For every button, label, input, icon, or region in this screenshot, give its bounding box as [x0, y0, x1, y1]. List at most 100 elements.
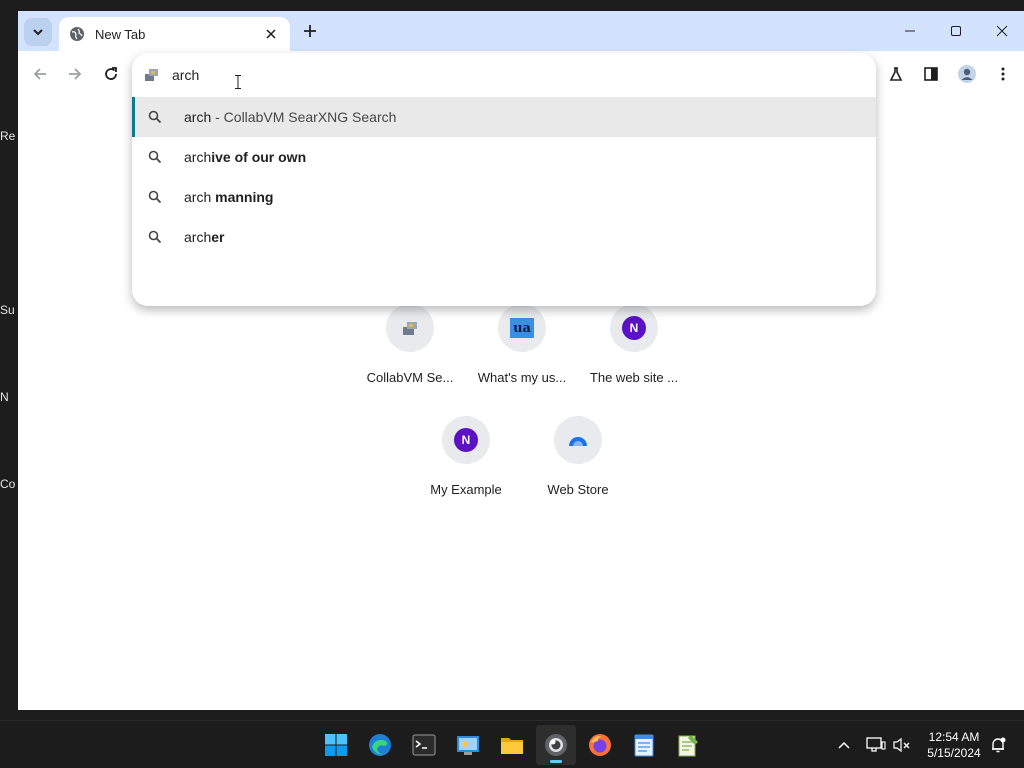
notepad-plus-plus-icon — [678, 735, 698, 757]
back-button[interactable] — [26, 60, 54, 88]
n-icon: N — [622, 316, 646, 340]
profile-button[interactable] — [953, 60, 981, 88]
suggestion-item[interactable]: arch - CollabVM SearXNG Search — [132, 97, 876, 137]
menu-button[interactable] — [989, 60, 1017, 88]
new-tab-button[interactable] — [297, 18, 323, 44]
minimize-button[interactable] — [887, 15, 933, 47]
show-hidden-icons-button[interactable] — [832, 731, 856, 759]
shortcut-tile[interactable]: N The web site ... — [578, 304, 690, 404]
labs-button[interactable] — [882, 60, 910, 88]
suggestion-text: arch - CollabVM SearXNG Search — [184, 109, 396, 125]
minimize-icon — [905, 30, 915, 32]
suggestion-completion: er — [211, 229, 225, 245]
search-icon — [148, 230, 162, 244]
reload-icon — [105, 67, 117, 80]
suggestion-prefix: arch — [184, 109, 212, 125]
suggestion-item[interactable]: archive of our own — [132, 137, 876, 177]
desktop-icon-label[interactable]: N — [0, 390, 18, 404]
collabvm-icon — [403, 322, 417, 335]
suggestion-completion: ive of our own — [211, 149, 307, 165]
shortcut-label: Web Store — [547, 482, 609, 497]
more-vert-icon — [1001, 67, 1005, 81]
close-tab-button[interactable] — [262, 25, 280, 43]
selection-indicator — [132, 97, 135, 137]
tab-search-button[interactable] — [24, 18, 52, 46]
shortcut-tile[interactable]: N My Example — [410, 416, 522, 516]
shortcut-tile[interactable]: Web Store — [522, 416, 634, 516]
taskbar-terminal[interactable] — [404, 725, 444, 765]
taskbar-edge[interactable] — [360, 725, 400, 765]
suggestion-completion: manning — [215, 189, 274, 205]
tab-strip: New Tab — [18, 11, 1024, 51]
taskbar-notepad[interactable] — [624, 725, 664, 765]
shortcut-label: What's my us... — [477, 370, 567, 385]
address-input-value[interactable]: arch — [172, 67, 199, 83]
taskbar-file-explorer[interactable] — [492, 725, 532, 765]
folder-icon — [501, 738, 523, 754]
forward-button[interactable] — [61, 60, 89, 88]
suggestion-text: arch manning — [184, 189, 273, 205]
notification-bell-icon — [992, 737, 1006, 753]
tab-new-tab[interactable]: New Tab — [59, 17, 290, 51]
chevron-up-icon — [838, 741, 850, 749]
desktop-icon-label[interactable]: Re — [0, 129, 18, 143]
shortcut-label: The web site ... — [589, 370, 679, 385]
text-cursor-icon — [235, 75, 241, 89]
arrow-right-icon — [69, 68, 82, 80]
suggestion-description: - CollabVM SearXNG Search — [211, 109, 397, 125]
suggestion-text: archer — [184, 229, 224, 245]
plus-icon — [304, 25, 316, 37]
maximize-icon — [951, 26, 961, 36]
windows-logo-icon — [325, 734, 347, 756]
search-icon — [148, 110, 162, 124]
taskbar: 12:54 AM 5/15/2024 — [0, 720, 1024, 768]
close-window-button[interactable] — [979, 15, 1024, 47]
shortcut-icon-circle: ua — [498, 304, 546, 352]
close-icon — [266, 29, 276, 39]
notifications-button[interactable] — [986, 731, 1010, 759]
shortcut-tile[interactable]: CollabVM Se... — [354, 304, 466, 404]
taskbar-chrome[interactable] — [536, 725, 576, 765]
control-panel-icon — [457, 736, 479, 755]
maximize-button[interactable] — [933, 15, 979, 47]
search-icon — [148, 190, 162, 204]
suggestion-prefix: arch — [184, 189, 216, 205]
taskbar-control-panel[interactable] — [448, 725, 488, 765]
side-panel-button[interactable] — [917, 60, 945, 88]
desktop-icon-label[interactable]: Su — [0, 303, 18, 317]
suggestion-prefix: arch — [184, 149, 212, 165]
shortcut-tile[interactable]: ua What's my us... — [466, 304, 578, 404]
chrome-icon — [545, 734, 567, 756]
shortcut-icon-circle — [386, 304, 434, 352]
clock-date: 5/15/2024 — [927, 746, 981, 760]
reload-button[interactable] — [97, 60, 125, 88]
system-clock[interactable]: 12:54 AM 5/15/2024 — [920, 729, 988, 761]
suggestion-item[interactable]: arch manning — [132, 177, 876, 217]
web-store-icon — [569, 437, 587, 446]
network-icon — [866, 737, 886, 752]
address-bar[interactable]: arch — [132, 53, 876, 97]
clock-time: 12:54 AM — [928, 730, 980, 744]
taskbar-firefox[interactable] — [580, 725, 620, 765]
shortcut-label: CollabVM Se... — [366, 370, 454, 385]
volume-muted-icon — [893, 737, 910, 753]
suggestion-text: archive of our own — [184, 149, 306, 165]
ua-icon: ua — [510, 318, 534, 338]
network-button[interactable] — [864, 731, 888, 759]
arrow-left-icon — [33, 68, 46, 80]
volume-button[interactable] — [890, 731, 914, 759]
tab-title: New Tab — [95, 26, 146, 42]
shortcut-icon-circle — [554, 416, 602, 464]
globe-icon — [70, 27, 84, 41]
suggestion-item[interactable]: archer — [132, 217, 876, 257]
shortcut-icon-circle: N — [610, 304, 658, 352]
search-icon — [148, 150, 162, 164]
taskbar-notepad-plus-plus[interactable] — [668, 725, 708, 765]
suggestion-prefix: arch — [184, 229, 212, 245]
close-icon — [996, 25, 1008, 37]
desktop-icon-label[interactable]: Co — [0, 477, 18, 491]
edge-icon — [369, 734, 391, 756]
start-button[interactable] — [316, 725, 356, 765]
notepad-icon — [634, 734, 654, 757]
side-panel-icon — [924, 67, 938, 81]
